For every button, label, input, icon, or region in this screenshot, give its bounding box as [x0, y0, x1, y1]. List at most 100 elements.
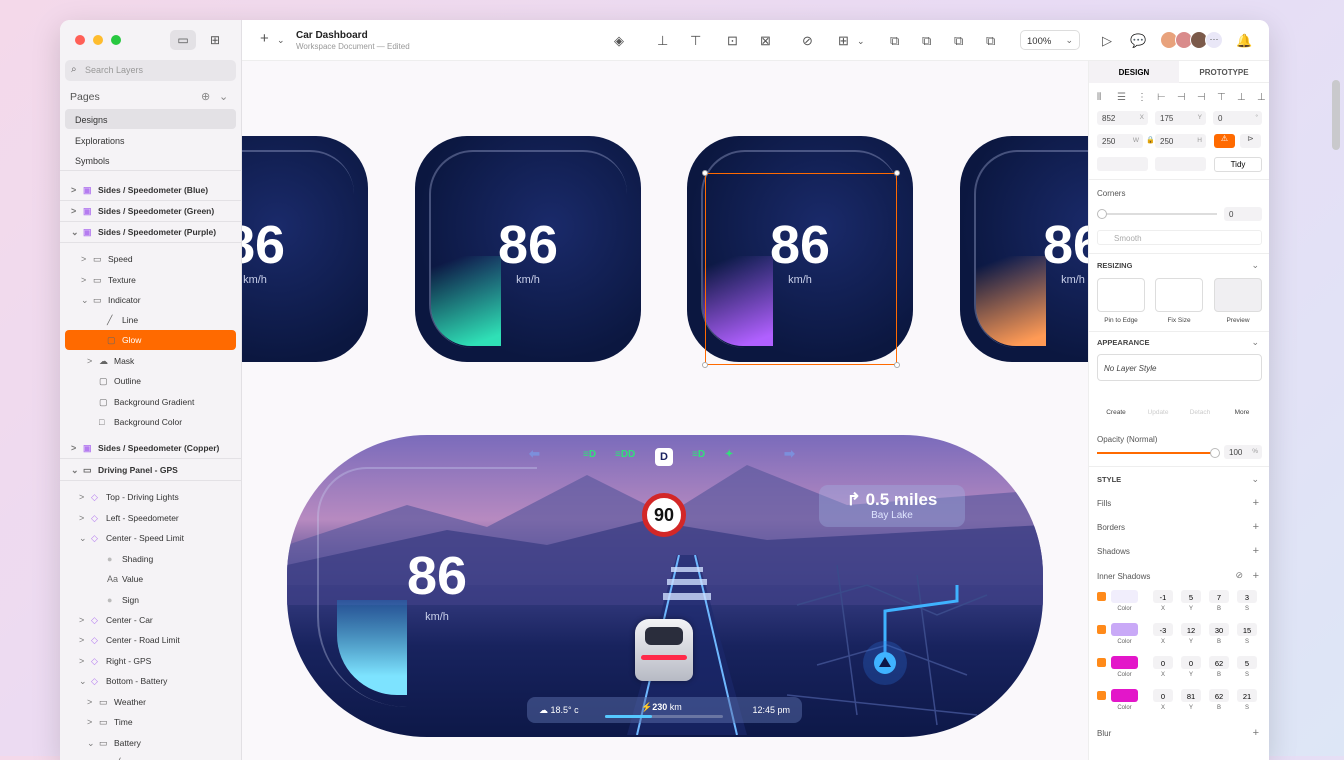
chevron-down-icon[interactable]: ⌄: [277, 35, 285, 46]
layer-row[interactable]: ⌄▭Driving Panel - GPS: [60, 460, 242, 480]
shadow-b-field[interactable]: 30: [1209, 623, 1229, 636]
layer-row[interactable]: >▭Weather: [60, 692, 242, 712]
flip-vertical-button[interactable]: ⊳: [1240, 134, 1261, 148]
shadow-enabled-checkbox[interactable]: [1097, 691, 1106, 700]
smooth-select[interactable]: Smooth: [1097, 230, 1262, 245]
transform-icon[interactable]: ⊞: [838, 33, 849, 49]
chevron-right-icon[interactable]: >: [79, 615, 84, 625]
chevron-right-icon[interactable]: >: [79, 492, 84, 502]
shadow-s-field[interactable]: 15: [1237, 623, 1257, 636]
layer-row[interactable]: >▣Sides / Speedometer (Blue): [60, 180, 242, 200]
opacity-slider[interactable]: [1097, 452, 1215, 454]
layer-row[interactable]: >◇Top - Driving Lights: [60, 487, 242, 507]
more-options-icon[interactable]: ⋮: [1137, 92, 1147, 103]
mask-icon[interactable]: ⊘: [802, 33, 813, 49]
corner-slider-thumb[interactable]: [1097, 209, 1107, 219]
layer-row[interactable]: ⌄◇Center - Speed Limit: [60, 528, 242, 548]
align-bottom-icon[interactable]: ⊥: [1257, 92, 1266, 103]
layer-row[interactable]: >☁Mask: [60, 351, 242, 371]
components-view-button[interactable]: ⊞: [202, 30, 228, 50]
more-collaborators-icon[interactable]: ⋯: [1205, 31, 1223, 49]
layer-row[interactable]: ⌄▭Indicator: [60, 290, 242, 310]
flip-horizontal-button[interactable]: ⚠: [1214, 134, 1235, 148]
layer-row[interactable]: >▣Sides / Speedometer (Green): [60, 201, 242, 221]
search-layers-input[interactable]: ⌕ Search Layers: [65, 60, 236, 81]
layer-row[interactable]: ╱Line: [60, 310, 242, 330]
crop-icon[interactable]: ⊠: [760, 33, 771, 49]
layer-row[interactable]: >◇Right - GPS: [60, 651, 242, 671]
add-page-icon[interactable]: ⊕: [201, 90, 210, 103]
zoom-window-button[interactable]: [111, 35, 121, 45]
close-window-button[interactable]: [75, 35, 85, 45]
x-field[interactable]: 852X: [1097, 111, 1148, 125]
layer-row[interactable]: AaValue: [60, 569, 242, 589]
shadow-x-field[interactable]: 0: [1153, 656, 1173, 669]
chevron-down-icon[interactable]: ⌄: [1251, 474, 1259, 485]
chevron-right-icon[interactable]: >: [71, 443, 76, 453]
pin-to-edge-control[interactable]: [1097, 278, 1145, 312]
shadow-b-field[interactable]: 62: [1209, 656, 1229, 669]
layer-row[interactable]: ⌄◇Bottom - Battery: [60, 671, 242, 691]
speedometer-tile[interactable]: 86km/h: [242, 136, 368, 362]
chevron-down-icon[interactable]: ⌄: [1251, 260, 1259, 271]
chevron-down-icon[interactable]: ⌄: [219, 90, 228, 103]
chevron-right-icon[interactable]: >: [71, 185, 76, 195]
shadow-y-field[interactable]: 0: [1181, 656, 1201, 669]
chevron-right-icon[interactable]: >: [79, 656, 84, 666]
selection-box[interactable]: [705, 173, 897, 365]
symbol-icon[interactable]: ◈: [614, 33, 624, 49]
play-icon[interactable]: ▷: [1102, 33, 1112, 49]
align-left-icon[interactable]: ⊢: [1157, 92, 1166, 103]
layer-row[interactable]: ╱Highlight: [60, 753, 242, 760]
chevron-down-icon[interactable]: ⌄: [1251, 337, 1259, 348]
layer-style-select[interactable]: No Layer Style: [1097, 354, 1262, 381]
distribute-icon[interactable]: ⊤: [690, 33, 701, 49]
shadow-enabled-checkbox[interactable]: [1097, 592, 1106, 601]
difference-icon[interactable]: ⧉: [986, 33, 995, 49]
inner-shadow-row[interactable]: Color0X81Y62B21S: [1097, 689, 1267, 717]
rotation-field[interactable]: 0°: [1213, 111, 1262, 125]
more-style-button[interactable]: More: [1217, 409, 1267, 416]
align-right-icon[interactable]: ⊣: [1197, 92, 1206, 103]
corner-slider[interactable]: [1099, 213, 1217, 215]
chevron-down-icon[interactable]: ⌄: [87, 738, 95, 749]
resize-handle[interactable]: [894, 362, 900, 368]
minimize-window-button[interactable]: [93, 35, 103, 45]
layer-row[interactable]: ▢Glow: [65, 330, 236, 350]
layer-row[interactable]: □Background Color: [60, 412, 242, 432]
tab-design[interactable]: DESIGN: [1089, 61, 1179, 83]
page-item-symbols[interactable]: Symbols: [65, 150, 236, 170]
layer-row[interactable]: >▭Time: [60, 712, 242, 732]
inner-shadow-row[interactable]: Color-1X5Y7B3S: [1097, 590, 1267, 618]
y-field[interactable]: 175Y: [1155, 111, 1206, 125]
spacing-field[interactable]: [1097, 157, 1148, 171]
speedometer-tile[interactable]: 86km/h: [415, 136, 641, 362]
fix-size-control[interactable]: [1155, 278, 1203, 312]
driving-panel-gps[interactable]: 86 km/h ⬅ ≡D ≡DD D ≡D ✦ ➡ 90 ↱ 0.5 miles…: [287, 435, 1043, 737]
add-fill-icon[interactable]: +: [1253, 497, 1259, 509]
intersect-icon[interactable]: ⧉: [954, 33, 963, 49]
height-field[interactable]: 250H: [1155, 134, 1206, 148]
chevron-down-icon[interactable]: ⌄: [71, 227, 79, 238]
width-field[interactable]: 250W: [1097, 134, 1143, 148]
inner-shadow-row[interactable]: Color-3X12Y30B15S: [1097, 623, 1267, 651]
layer-row[interactable]: ●Sign: [60, 590, 242, 610]
zoom-select[interactable]: 100% ⌄: [1020, 30, 1080, 50]
align-center-icon[interactable]: ⊣: [1177, 92, 1186, 103]
layer-row[interactable]: ⌄▭Battery: [60, 733, 242, 753]
layer-row[interactable]: >▭Speed: [60, 249, 242, 269]
add-blur-icon[interactable]: +: [1253, 727, 1259, 739]
subtract-icon[interactable]: ⧉: [922, 33, 931, 49]
layer-row[interactable]: >▣Sides / Speedometer (Copper): [60, 438, 242, 458]
chevron-right-icon[interactable]: >: [71, 206, 76, 216]
shadow-y-field[interactable]: 81: [1181, 689, 1201, 702]
layer-row[interactable]: ⌄▣Sides / Speedometer (Purple): [60, 222, 242, 242]
shadow-s-field[interactable]: 21: [1237, 689, 1257, 702]
link-icon[interactable]: ⊘: [1235, 570, 1243, 581]
bell-icon[interactable]: 🔔: [1236, 33, 1252, 49]
shadow-x-field[interactable]: -3: [1153, 623, 1173, 636]
resize-handle[interactable]: [702, 362, 708, 368]
chevron-right-icon[interactable]: >: [87, 717, 92, 727]
resize-handle[interactable]: [894, 170, 900, 176]
shadow-s-field[interactable]: 3: [1237, 590, 1257, 603]
